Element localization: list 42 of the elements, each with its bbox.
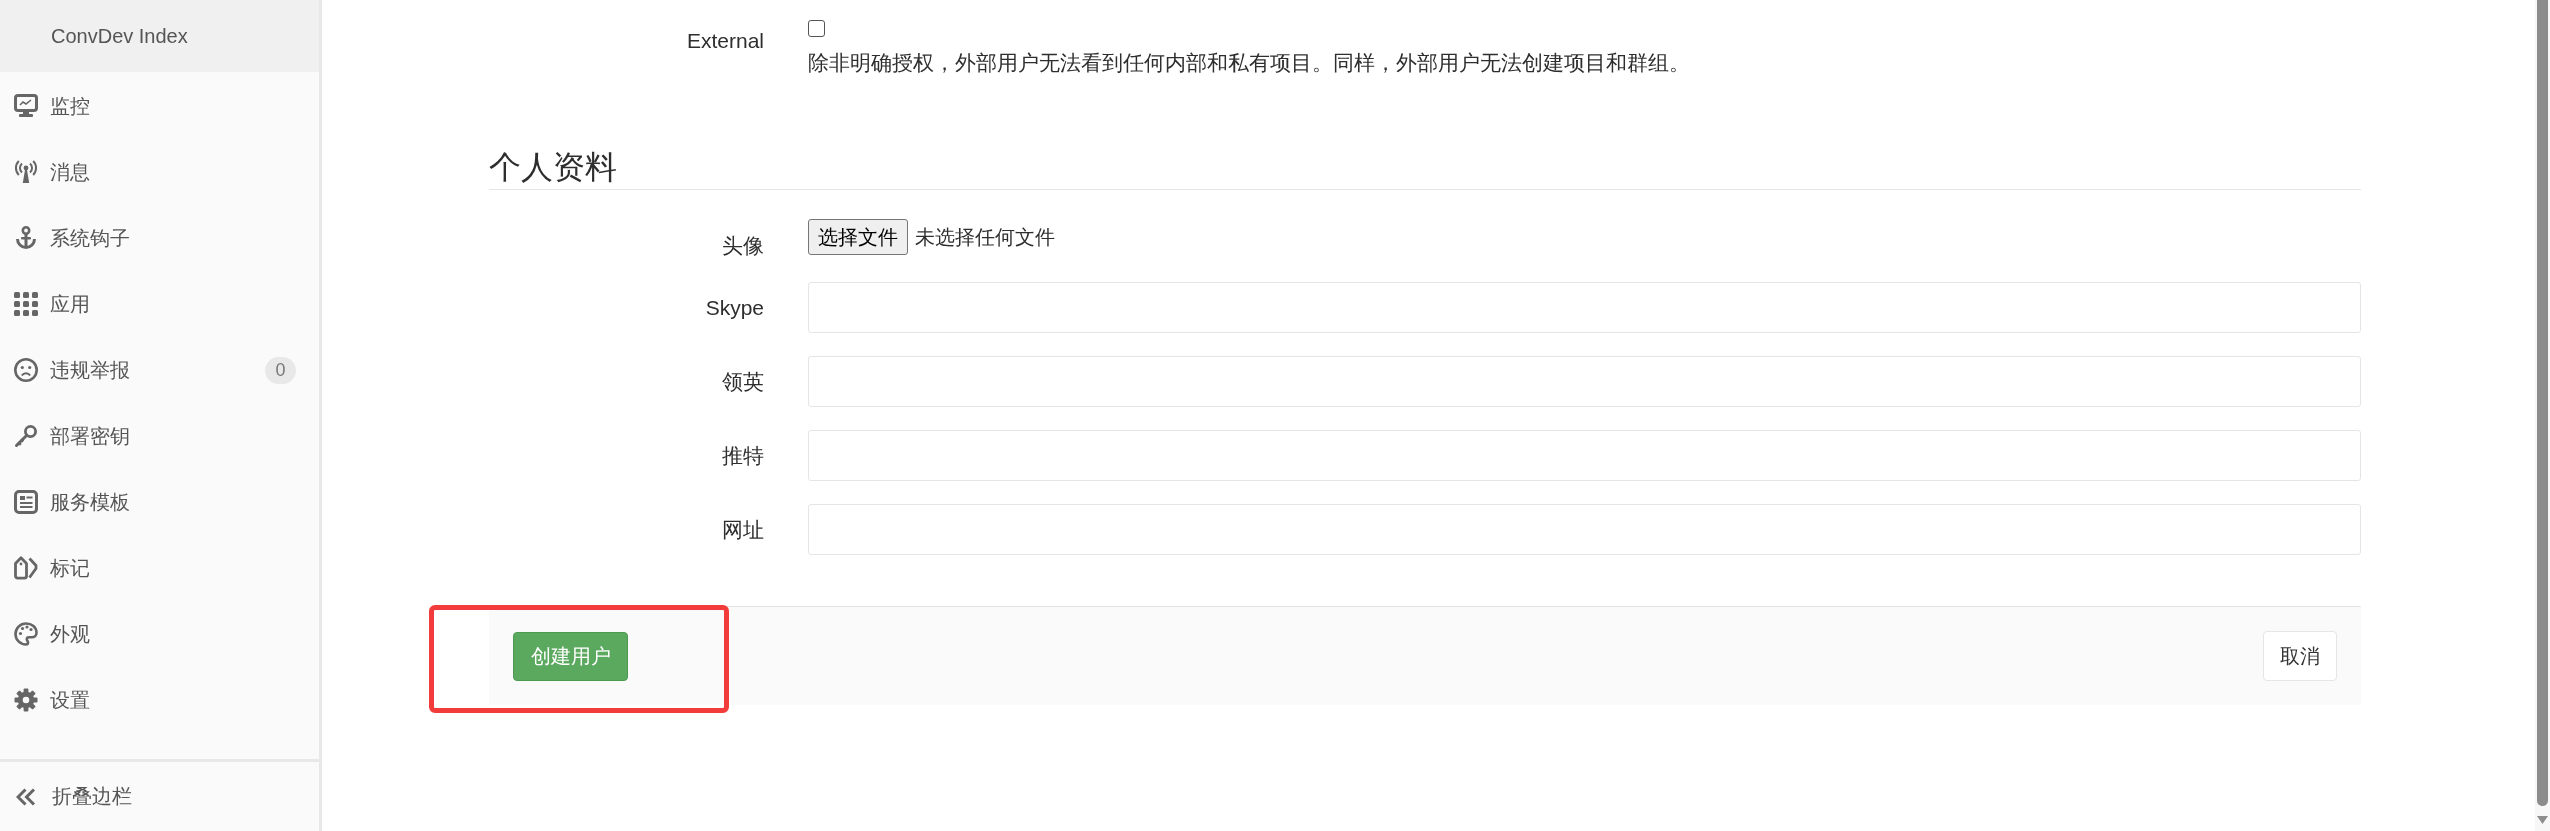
tags-icon — [14, 556, 38, 580]
double-chevron-left-icon — [16, 787, 36, 806]
sidebar-item[interactable]: 监控 — [0, 73, 319, 139]
input-field[interactable] — [808, 282, 2361, 333]
field-label: 推特 — [722, 443, 764, 467]
choose-file-button[interactable]: 选择文件 — [808, 219, 908, 255]
input-field[interactable] — [808, 356, 2361, 407]
cancel-button[interactable]: 取消 — [2263, 631, 2337, 681]
input-field[interactable] — [808, 430, 2361, 481]
count-badge: 0 — [265, 356, 296, 384]
sidebar-header[interactable]: ConvDev Index — [0, 0, 319, 72]
input-field[interactable] — [808, 504, 2361, 555]
sidebar-item[interactable]: 设置 — [0, 667, 319, 733]
key-icon — [14, 424, 38, 448]
frown-face-icon — [14, 358, 38, 382]
field-label: External — [686, 29, 764, 52]
sidebar-item[interactable]: 应用 — [0, 271, 319, 337]
field-label: 网址 — [722, 517, 764, 541]
scroll-down-arrow-icon[interactable] — [2537, 816, 2548, 824]
anchor-icon — [14, 226, 38, 250]
sidebar-item[interactable]: 违规举报 0 — [0, 337, 319, 403]
field-label: Skype — [705, 295, 764, 319]
palette-icon — [14, 622, 38, 646]
sidebar-item[interactable]: 部署密钥 — [0, 403, 319, 469]
file-status-text: 未选择任何文件 — [915, 224, 1055, 250]
sidebar-item[interactable]: 消息 — [0, 139, 319, 205]
sidebar-item[interactable]: 外观 — [0, 601, 319, 667]
section-heading: 个人资料 — [489, 148, 617, 187]
field-label: 领英 — [722, 369, 764, 393]
sidebar-item[interactable]: 服务模板 — [0, 469, 319, 535]
checkbox[interactable] — [808, 20, 825, 37]
antenna-icon — [14, 160, 38, 184]
grid-icon — [14, 292, 38, 316]
sidebar-item[interactable]: 标记 — [0, 535, 319, 601]
monitor-icon — [14, 94, 38, 118]
gear-icon — [14, 688, 38, 712]
help-text: 除非明确授权，外部用户无法看到任何内部和私有项目。同样，外部用户无法创建项目和群组。 — [808, 50, 1691, 76]
scrollbar-thumb[interactable] — [2537, 0, 2548, 806]
collapse-sidebar-button[interactable]: 折叠边栏 — [16, 783, 132, 810]
sidebar-item[interactable]: 系统钩子 — [0, 205, 319, 271]
document-icon — [14, 490, 38, 514]
field-label: 头像 — [722, 234, 764, 257]
